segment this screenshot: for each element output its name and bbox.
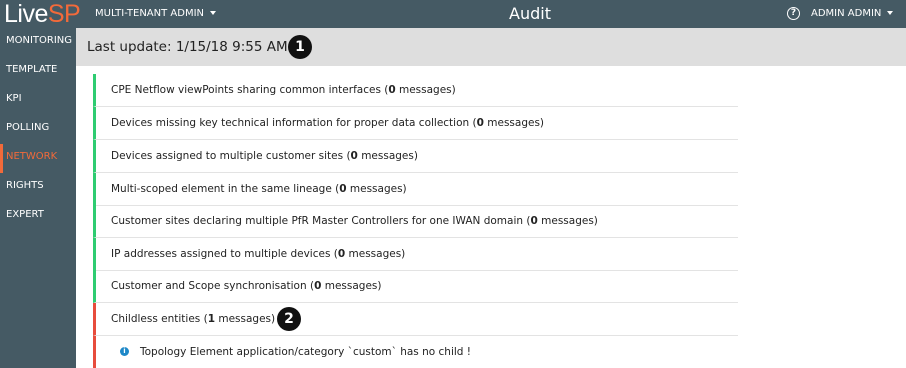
audit-row[interactable]: Devices missing key technical informatio… [93, 107, 738, 140]
audit-row[interactable]: IP addresses assigned to multiple device… [93, 238, 738, 271]
sidebar-item-template[interactable]: TEMPLATE [0, 57, 76, 86]
sidebar-item-network[interactable]: NETWORK [0, 144, 76, 173]
sidebar-item-kpi[interactable]: KPI [0, 86, 76, 115]
sidebar-item-polling[interactable]: POLLING [0, 115, 76, 144]
audit-label: Customer and Scope synchronisation (0 me… [111, 280, 382, 292]
audit-row[interactable]: CPE Netflow viewPoints sharing common in… [93, 74, 738, 107]
sidebar: MONITORING TEMPLATE KPI POLLING NETWORK … [0, 28, 76, 368]
info-icon: i [120, 347, 129, 356]
user-name: ADMIN ADMIN [811, 8, 882, 19]
audit-label: Multi-scoped element in the same lineage… [111, 183, 407, 195]
top-navigation-bar: LiveSP MULTI-TENANT ADMIN Audit ? ADMIN … [0, 0, 906, 28]
audit-message: Topology Element application/category `c… [140, 346, 472, 358]
user-menu[interactable]: ADMIN ADMIN [811, 0, 894, 28]
audit-label: IP addresses assigned to multiple device… [111, 248, 406, 260]
sidebar-item-rights[interactable]: RIGHTS [0, 173, 76, 202]
audit-row-expanded[interactable]: Childless entities (1 messages) [93, 303, 738, 336]
sidebar-item-expert[interactable]: EXPERT [0, 202, 76, 231]
audit-label: CPE Netflow viewPoints sharing common in… [111, 84, 456, 96]
tenant-label: MULTI-TENANT ADMIN [95, 8, 205, 19]
sidebar-item-monitoring[interactable]: MONITORING [0, 28, 76, 57]
help-circle-icon[interactable]: ? [787, 7, 800, 20]
audit-label: Customer sites declaring multiple PfR Ma… [111, 215, 598, 227]
audit-label: Childless entities (1 messages) [111, 303, 289, 335]
last-update-text: Last update: 1/15/18 9:55 AM [87, 39, 288, 55]
audit-row[interactable]: Customer and Scope synchronisation (0 me… [93, 270, 738, 303]
last-update-bar: Last update: 1/15/18 9:55 AM [76, 28, 906, 66]
audit-message-row: i Topology Element application/category … [93, 336, 738, 368]
audit-label: Devices missing key technical informatio… [111, 117, 545, 129]
audit-row[interactable]: Multi-scoped element in the same lineage… [93, 173, 738, 206]
audit-label: Devices assigned to multiple customer si… [111, 150, 418, 162]
caret-down-icon [887, 11, 894, 15]
audit-row[interactable]: Devices assigned to multiple customer si… [93, 140, 738, 173]
callout-badge: 2 [277, 307, 301, 331]
tenant-selector[interactable]: MULTI-TENANT ADMIN [95, 0, 217, 28]
audit-row[interactable]: Customer sites declaring multiple PfR Ma… [93, 205, 738, 238]
callout-badge: 1 [288, 35, 312, 59]
caret-down-icon [210, 11, 217, 15]
livesp-logo[interactable]: LiveSP [4, 0, 81, 28]
